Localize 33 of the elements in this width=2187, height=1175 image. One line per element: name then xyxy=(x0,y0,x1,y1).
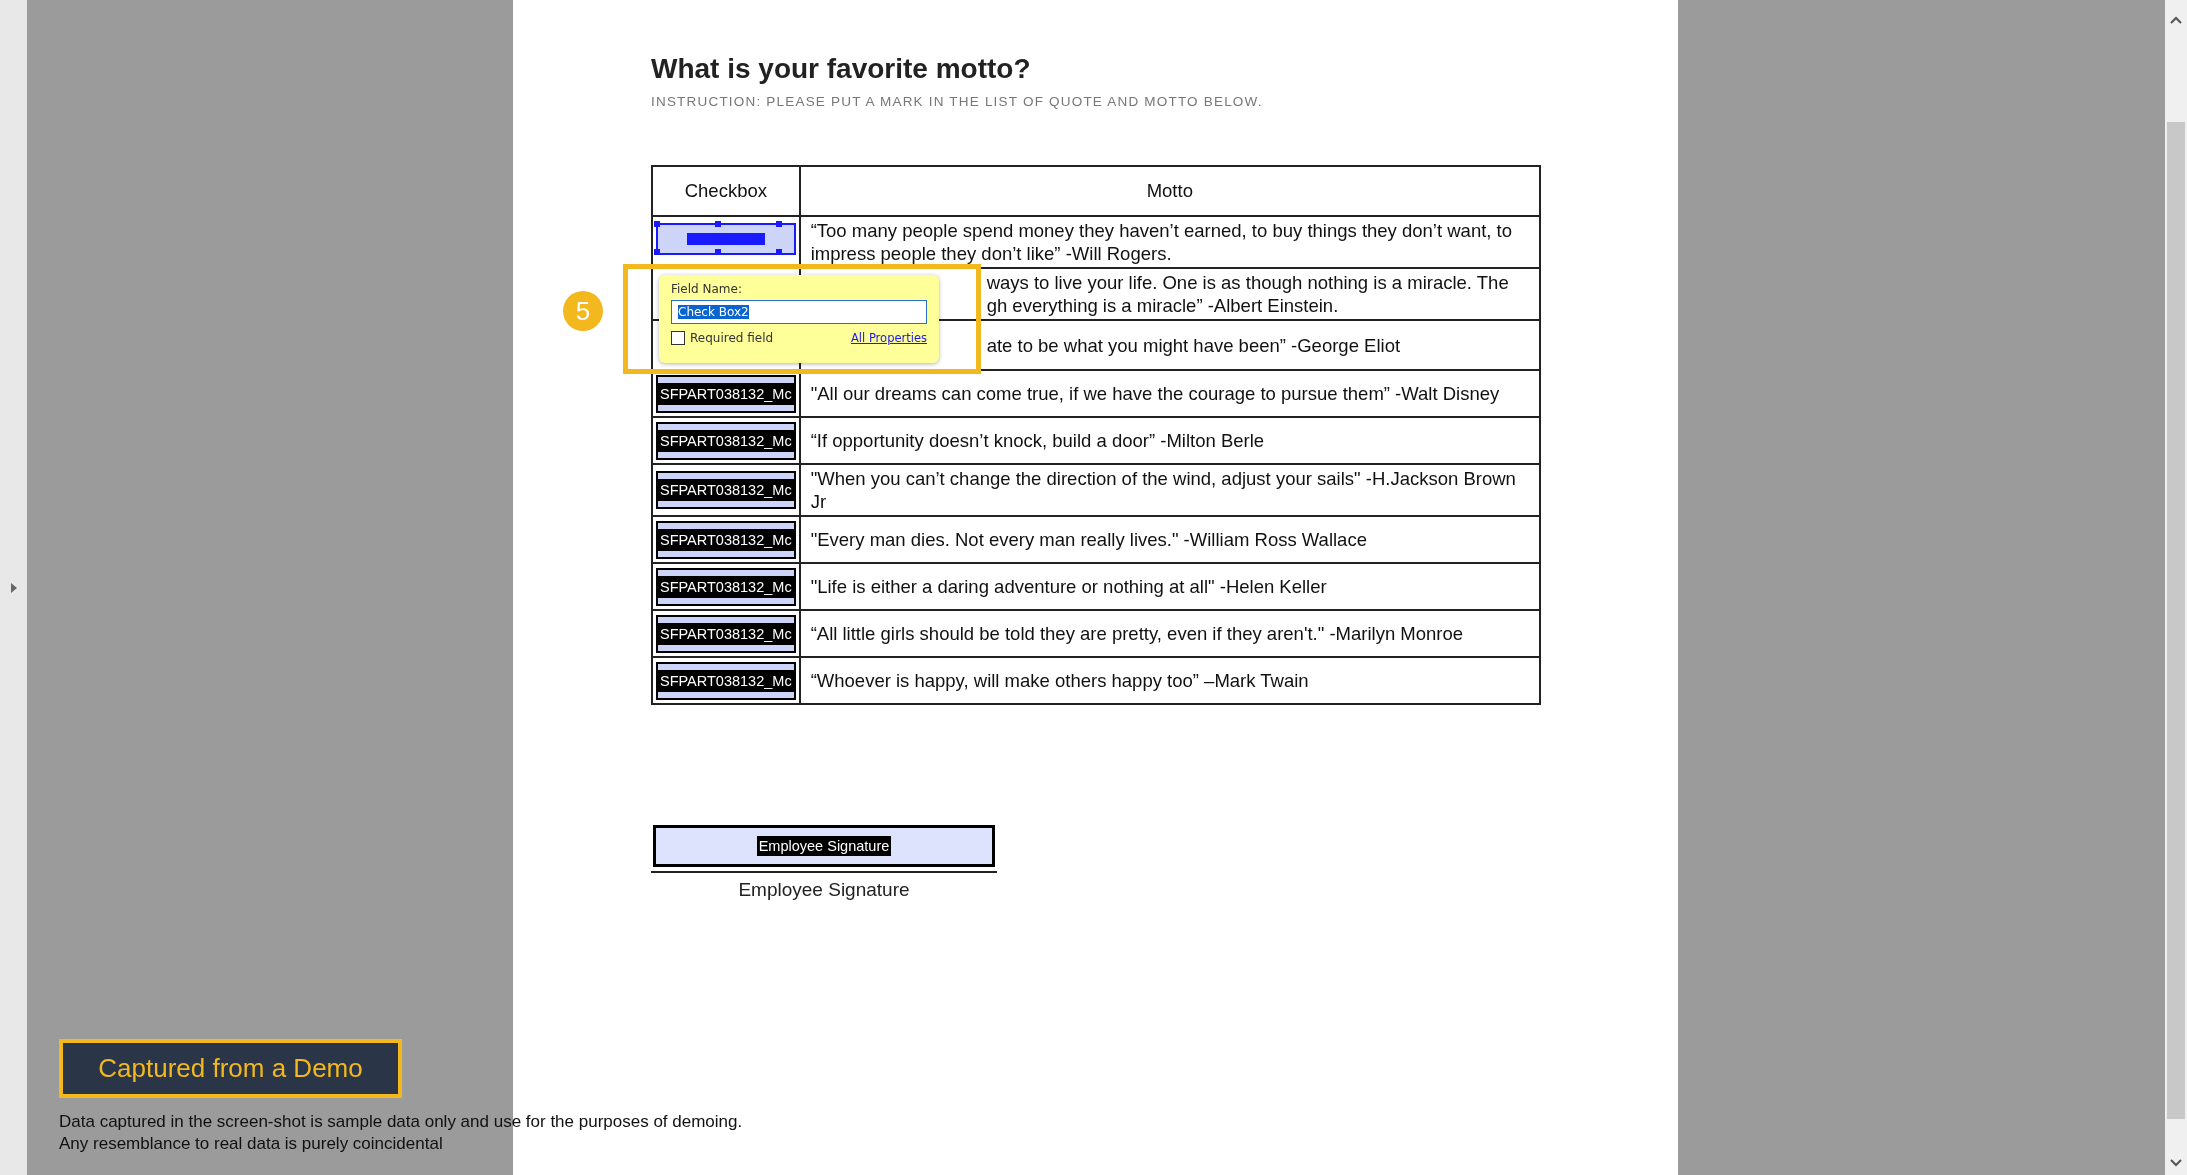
checkbox-field[interactable]: SFPART038132_Mc xyxy=(656,614,796,653)
field-name-input[interactable]: Check Box2 xyxy=(671,300,927,324)
column-header: Checkbox xyxy=(652,166,800,216)
checkbox-field[interactable]: SFPART038132_Mc xyxy=(656,520,796,559)
instruction-text: INSTRUCTION: PLEASE PUT A MARK IN THE LIST OF QUOTE AND MOTTO BELOW. xyxy=(651,94,1264,109)
checkbox-field[interactable]: SFPART038132_Mc xyxy=(656,471,796,509)
expand-arrow-icon[interactable] xyxy=(10,582,17,593)
motto-cell: “Whoever is happy, will make others happy too” –Mark Twain xyxy=(799,657,1540,704)
motto-cell: "All our dreams can come true, if we have the courage to pursue them” -Walt Disney xyxy=(799,370,1540,417)
signature-field[interactable]: Employee Signature xyxy=(653,825,995,867)
checkbox-field[interactable]: SFPART038132_Mc xyxy=(656,421,796,460)
checkbox-field[interactable]: SFPART038132_Mc xyxy=(656,661,796,700)
motto-cell: “If opportunity doesn’t knock, build a door” -Milton Berle xyxy=(799,417,1540,464)
signature-caption: Employee Signature xyxy=(737,879,911,901)
selected-checkbox-field[interactable] xyxy=(656,223,796,255)
checkbox-field[interactable]: SFPART038132_Mc xyxy=(656,374,796,413)
scroll-up-icon[interactable] xyxy=(2170,16,2182,24)
motto-cell: "When you can’t change the direction of the wind, adjust your sails" -H.Jackson Brown Jr xyxy=(799,464,1540,516)
required-label: Required field xyxy=(690,331,774,345)
motto-cell: “All little girls should be told they are pretty, even if they aren't." -Marilyn Monroe xyxy=(799,610,1540,657)
motto-cell: "Life is either a daring adventure or nothing at all" -Helen Keller xyxy=(799,563,1540,610)
page-title: What is your favorite motto? xyxy=(651,52,1032,86)
checkbox-field[interactable]: SFPART038132_Mc xyxy=(656,567,796,606)
step-badge: 5 xyxy=(563,291,603,331)
field-name-label: Field Name: xyxy=(671,282,743,296)
column-header: Motto xyxy=(799,166,1540,216)
disclaimer-text: Any resemblance to real data is purely coincidental xyxy=(59,1133,444,1155)
all-properties-link[interactable]: All Properties xyxy=(850,331,927,345)
scrollbar[interactable] xyxy=(2165,0,2187,1175)
demo-banner: Captured from a Demo xyxy=(59,1039,402,1098)
motto-cell: "Every man dies. Not every man really lives." -William Ross Wallace xyxy=(799,516,1540,563)
required-checkbox[interactable] xyxy=(671,331,685,345)
scroll-down-icon[interactable] xyxy=(2170,1159,2182,1167)
